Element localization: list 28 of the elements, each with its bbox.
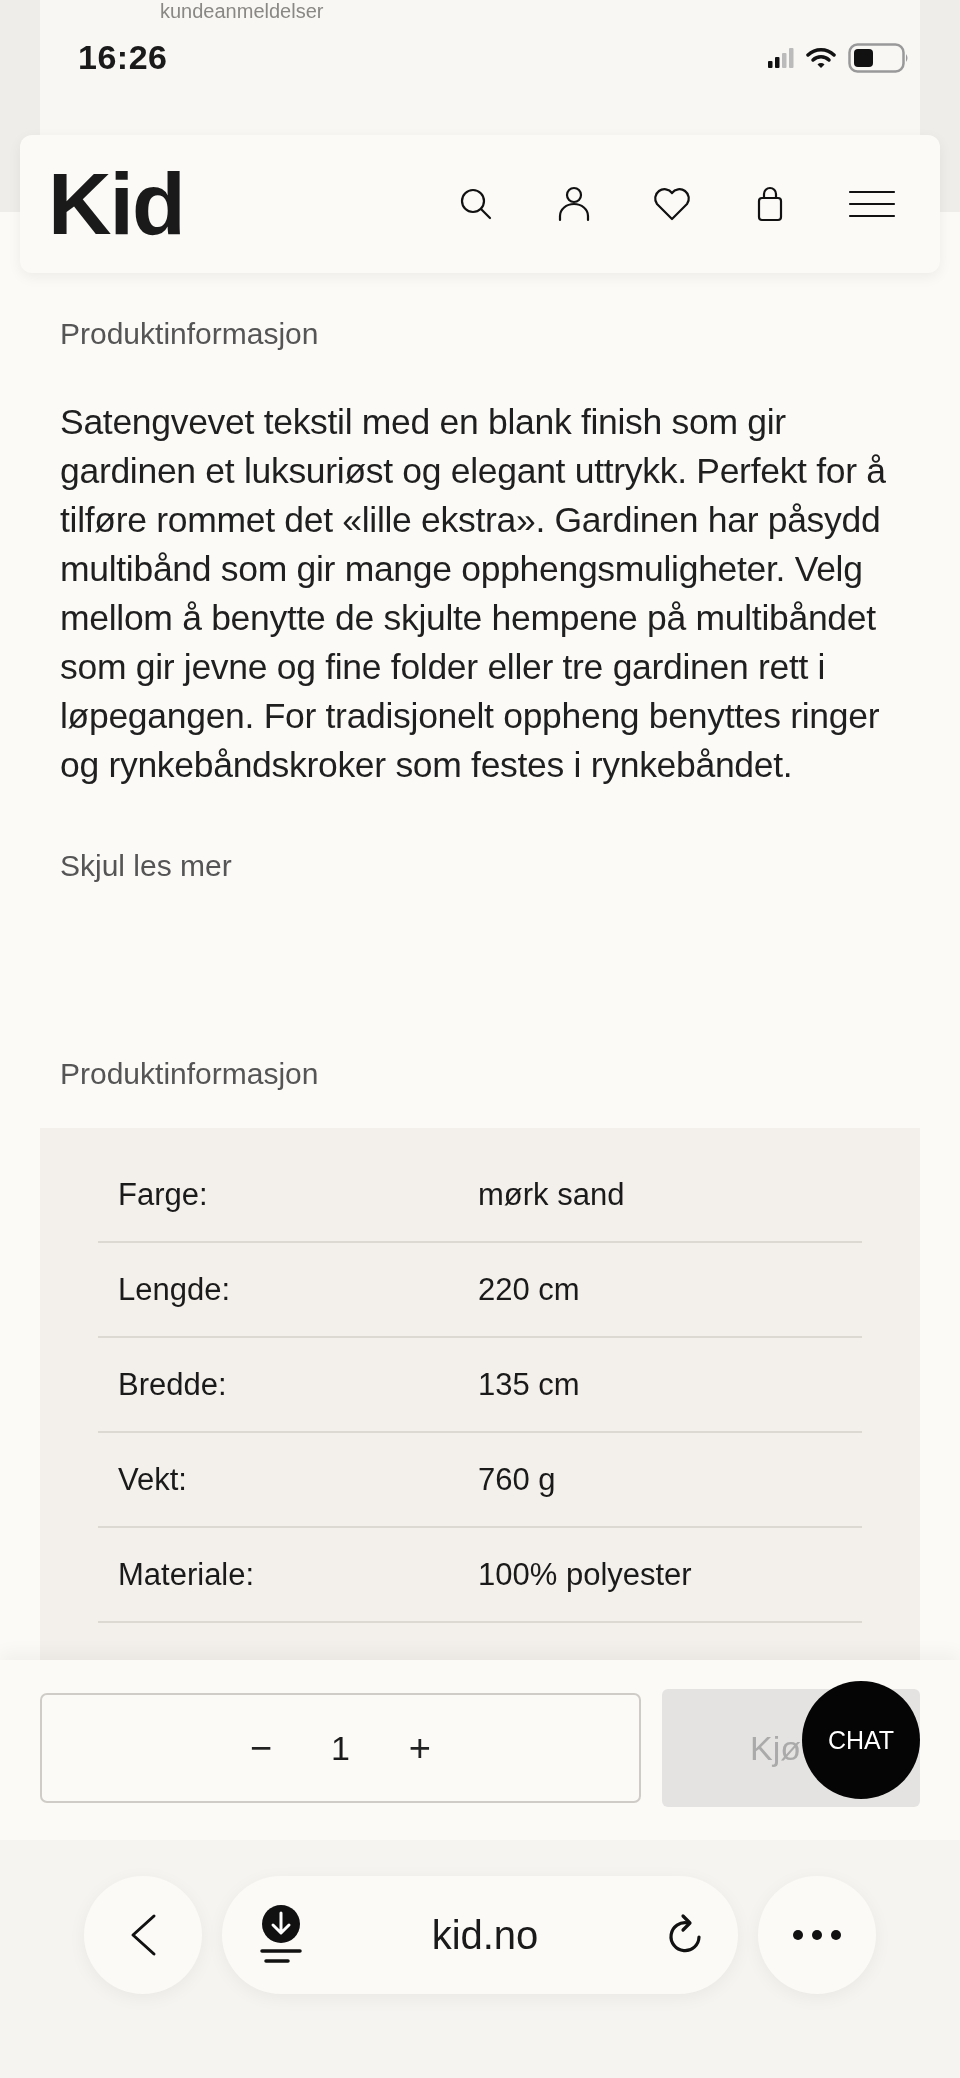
section-title: kundeanmeldelser [160,0,324,23]
logo[interactable]: Kid [48,160,184,248]
signal-icon [768,47,794,68]
status-time: 16:26 [78,38,168,77]
spec-value: 220 cm [478,1271,580,1308]
section-heading: Produktinformasjon [60,1056,320,1092]
show-less-link[interactable]: Skjul les mer [60,846,232,886]
wifi-icon [806,46,836,69]
spec-value: 135 cm [478,1366,580,1403]
decrement-button[interactable]: − [241,1726,282,1770]
spec-label: Farge: [117,1176,209,1213]
address-bar[interactable]: kid.no [222,1876,738,1994]
spec-value: 760 g [478,1461,556,1498]
url-text: kid.no [431,1912,539,1958]
more-icon [792,1929,842,1941]
quantity-stepper[interactable]: − 1 + [40,1693,641,1803]
spec-label: Vekt: [117,1461,188,1498]
spec-label: Materiale: [117,1556,256,1593]
spec-label: Lengde: [117,1271,232,1308]
quantity-value: 1 [331,1728,350,1768]
section-heading: Produktinformasjon [60,316,320,352]
increment-button[interactable]: + [399,1726,440,1770]
spec-label: Bredde: [117,1366,228,1403]
battery-icon [848,42,910,73]
download-icon[interactable] [258,1904,304,1966]
spec-value: 100% polyester [478,1556,692,1593]
spec-value: mørk sand [478,1176,625,1213]
description-text: Satengvevet tekstil med en blank finish som gir gardinen et luksuriøst og elegant uttrykk. Perfekt for å tilføre rommet det «lille ekstra». Gardinen har påsydd multibånd som gir mange opphengsmuligheter. Velg mellom å benytte de skjulte hempene på multibåndet som gir jevne og fine folder eller tre gardinen rett i løpegangen. For tradisjonelt oppheng benyttes ringer og rynkebåndskroker som festes i rynkebåndet. [60,401,887,787]
